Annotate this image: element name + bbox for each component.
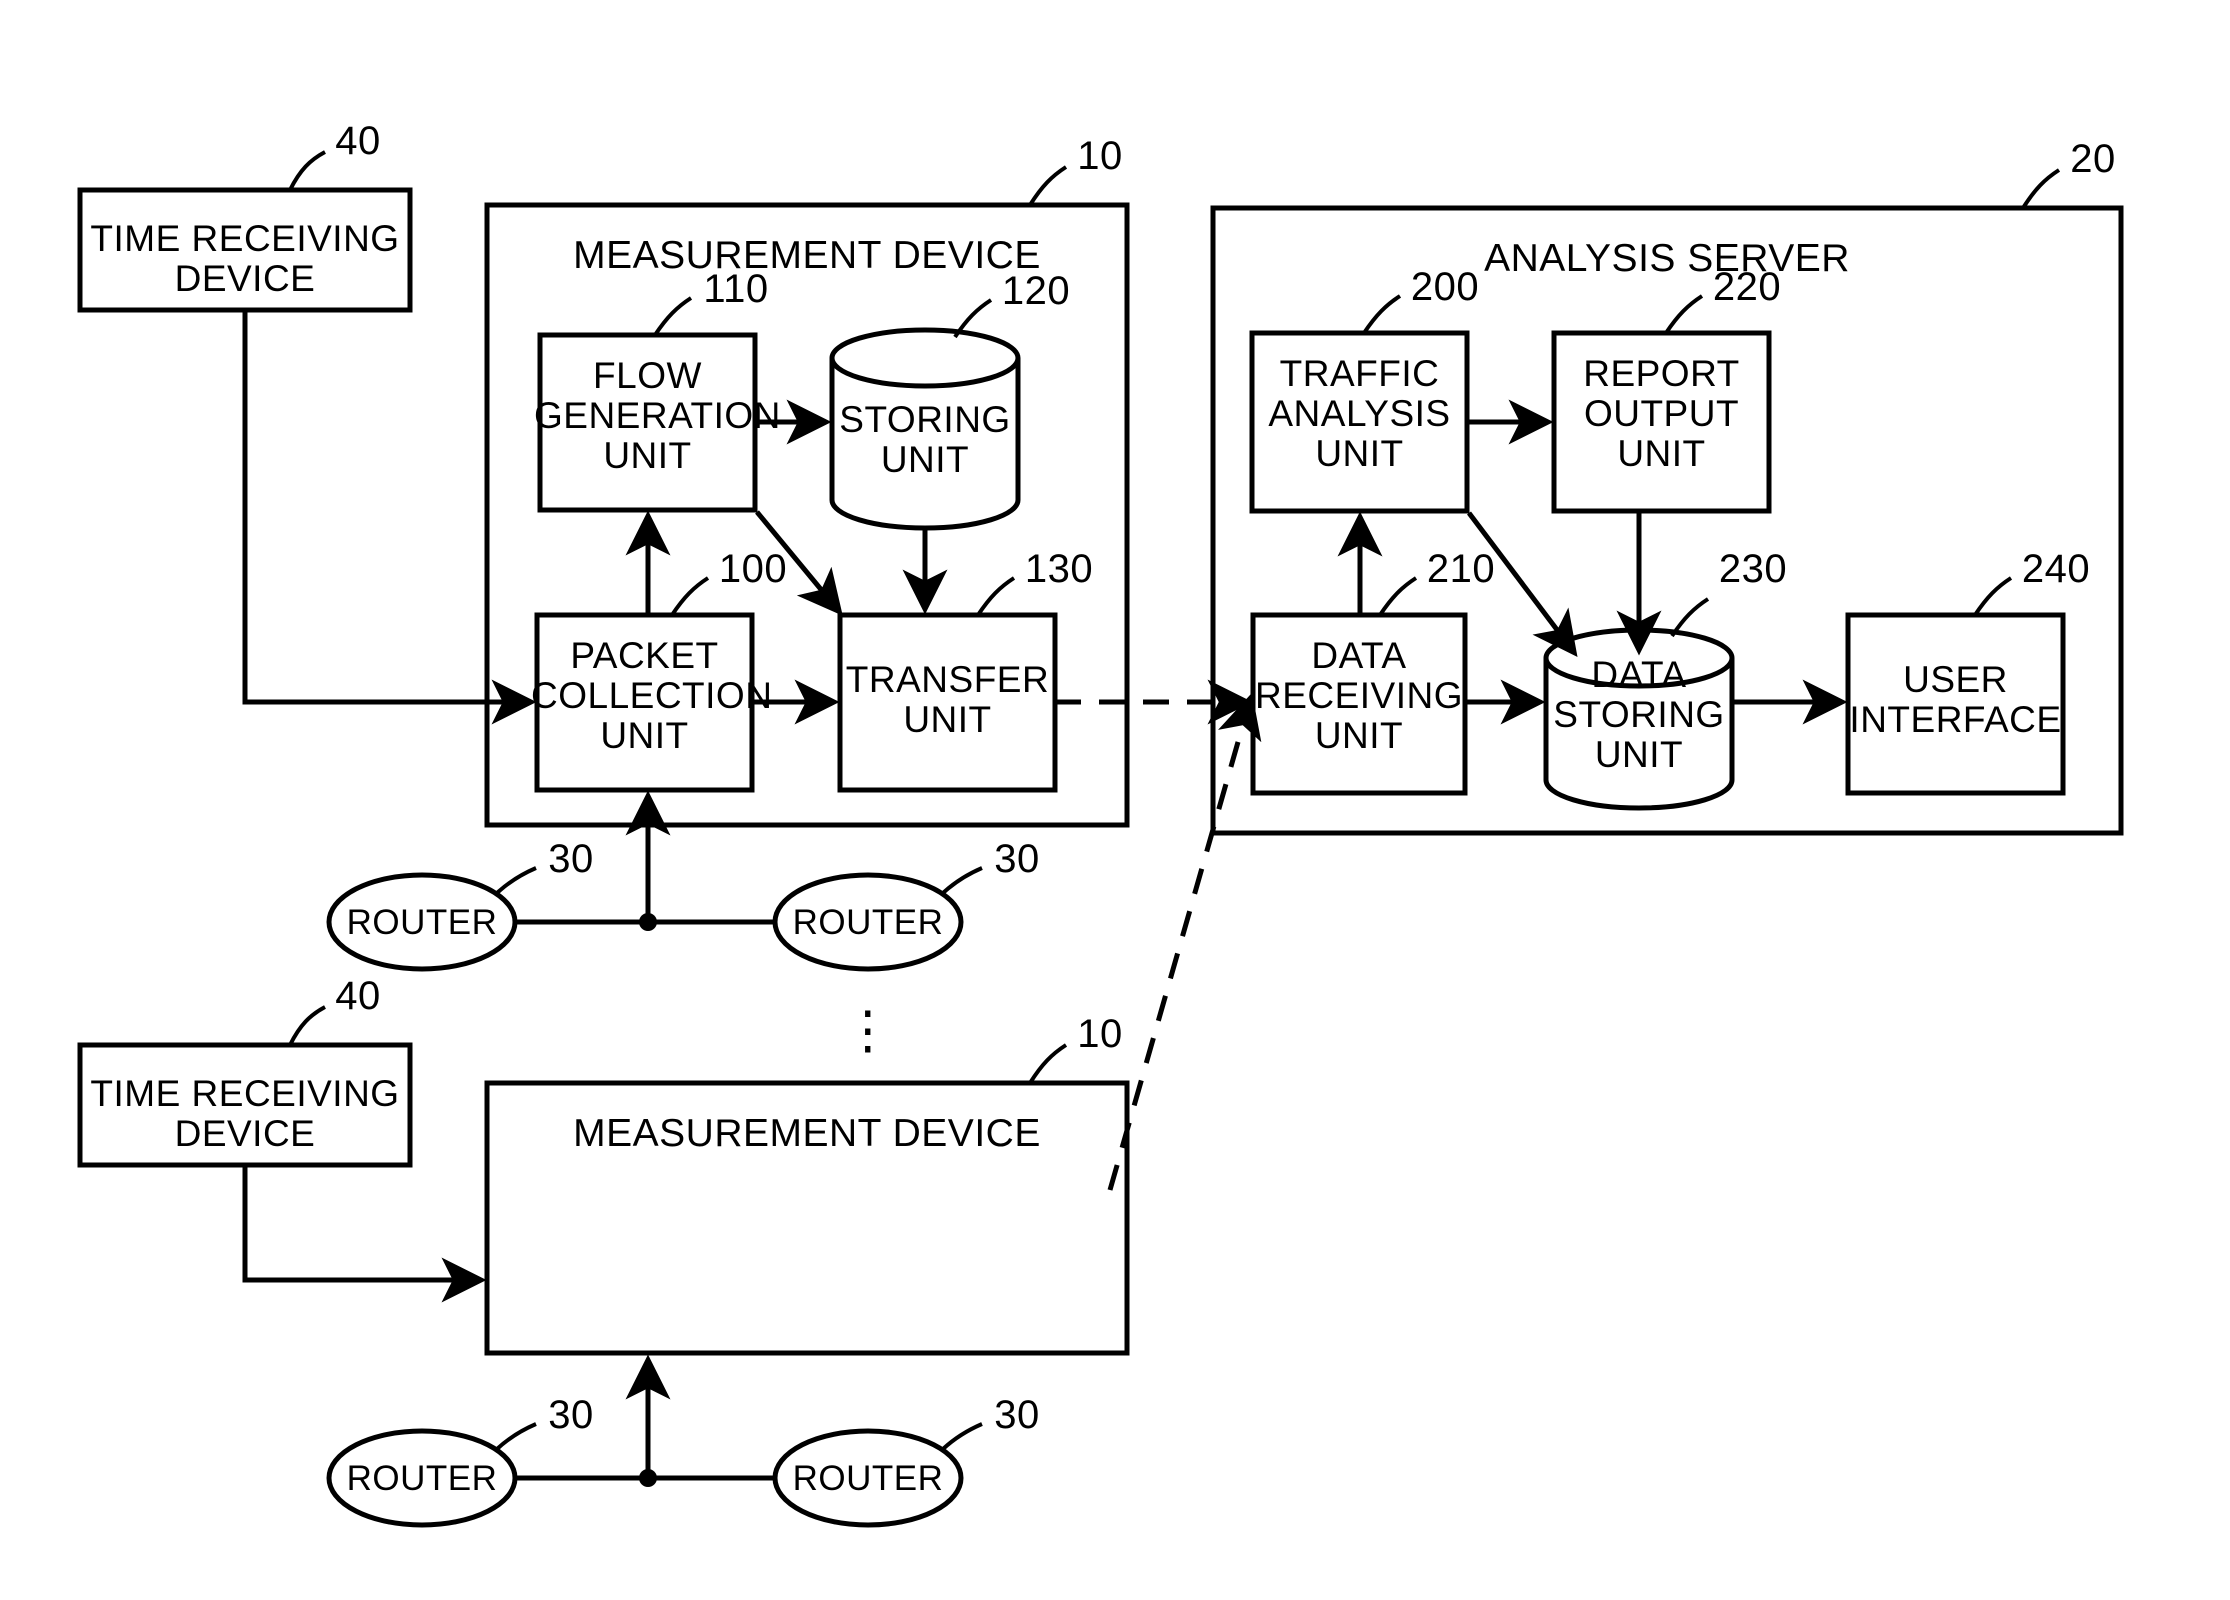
ref-number-40-top: 40 [335, 119, 381, 163]
vertical-ellipsis-dots: ⋮ [838, 988, 898, 1057]
ref-number-230: 230 [1718, 547, 1788, 591]
bottom-router-bus-junction-dot [639, 1469, 657, 1487]
ref-number-30-top-left: 30 [548, 837, 594, 881]
flow-generation-unit-label: FLOW GENERATION UNIT [534, 355, 781, 476]
ref-number-200: 200 [1410, 265, 1480, 309]
data-receiving-unit-label: DATA RECEIVING UNIT [1254, 635, 1464, 756]
ref-number-110: 110 [703, 267, 769, 311]
ref-number-220: 220 [1712, 265, 1782, 309]
ref-number-30-top-right: 30 [994, 837, 1040, 881]
ref-number-120: 120 [1001, 269, 1071, 313]
figure-canvas: TIME RECEIVING DEVICE 40 MEASUREMENT DEV… [0, 0, 2230, 1600]
time-receiving-device-bottom-label: TIME RECEIVING DEVICE [90, 1073, 400, 1154]
router-top-right-label: ROUTER [792, 903, 944, 942]
packet-collection-unit-label: PACKET COLLECTION UNIT [531, 635, 773, 756]
ref-number-210: 210 [1426, 547, 1496, 591]
ref-number-20: 20 [2070, 137, 2116, 181]
router-bottom-right-label: ROUTER [792, 1459, 944, 1498]
router-top-left-label: ROUTER [346, 903, 498, 942]
ref-number-10-top: 10 [1077, 134, 1123, 178]
traffic-analysis-unit-label: TRAFFIC ANALYSIS UNIT [1268, 353, 1451, 474]
analysis-server-title: ANALYSIS SERVER [1484, 237, 1850, 280]
ref-number-30-bottom-left: 30 [548, 1393, 594, 1437]
user-interface-label: USER INTERFACE [1849, 659, 2062, 740]
ref-number-30-bottom-right: 30 [994, 1393, 1040, 1437]
storing-unit-label: STORING UNIT [839, 399, 1011, 480]
ref-number-130: 130 [1024, 547, 1094, 591]
connector-trd-bottom-to-measurement-device [242, 1165, 487, 1303]
ref-number-100: 100 [718, 547, 788, 591]
time-receiving-device-top-label: TIME RECEIVING DEVICE [90, 218, 400, 299]
ref-number-10-bottom: 10 [1077, 1012, 1123, 1056]
data-storing-unit-label: DATA STORING UNIT [1553, 654, 1725, 775]
router-bottom-left-label: ROUTER [346, 1459, 498, 1498]
ref-number-40-bottom: 40 [335, 974, 381, 1018]
transfer-unit-label: TRANSFER UNIT [845, 659, 1050, 740]
ellipsis-glyph: ⋮ [841, 1001, 895, 1060]
report-output-unit-label: REPORT OUTPUT UNIT [1583, 353, 1740, 474]
ref-number-240: 240 [2021, 547, 2091, 591]
top-router-bus-junction-dot [639, 913, 657, 931]
measurement-device-bottom-title: MEASUREMENT DEVICE [573, 1112, 1041, 1155]
